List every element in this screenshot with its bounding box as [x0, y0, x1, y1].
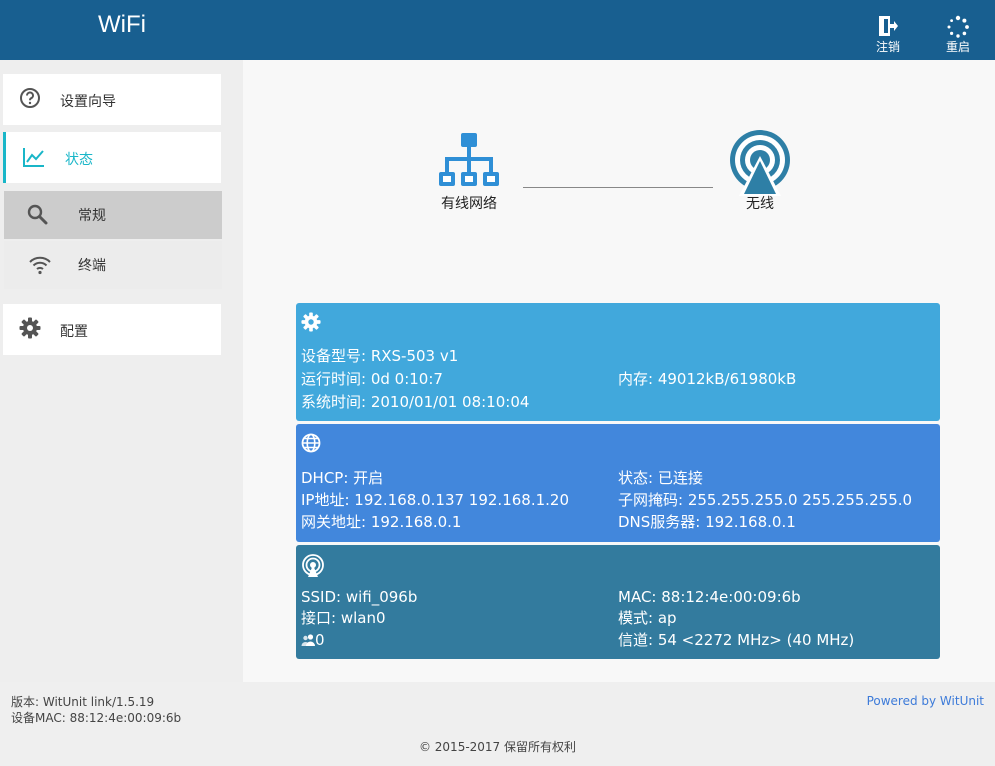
topology-wired-node[interactable]: 有线网络	[433, 132, 505, 213]
sidebar-item-config[interactable]: 配置	[3, 304, 221, 355]
system-info-panel: 设备型号: RXS-503 v1 运行时间: 0d 0:10:7 内存: 490…	[296, 303, 940, 421]
sidebar-item-status[interactable]: 状态	[3, 132, 221, 183]
netmask-text: 子网掩码: 255.255.255.0 255.255.255.0	[618, 491, 913, 509]
sidebar-item-setup-wizard[interactable]: 设置向导	[3, 74, 221, 125]
gear-icon	[301, 312, 321, 336]
gateway-text: 网关地址: 192.168.0.1	[301, 513, 462, 531]
mode-text: 模式: ap	[618, 609, 677, 627]
ssid-text: SSID: wifi_096b	[301, 588, 418, 606]
sidebar-item-label: 配置	[60, 324, 88, 340]
reboot-button[interactable]: 重启	[938, 15, 978, 54]
clients-count-value: 0	[315, 631, 325, 649]
system-time-text: 系统时间: 2010/01/01 08:10:04	[301, 393, 530, 411]
copyright-text: © 2015-2017 保留所有权利	[418, 740, 577, 754]
logout-button[interactable]: 注销	[868, 15, 908, 54]
main-content: 有线网络 无线 设备型号: RXS-503 v1 运行时间: 0d 0:10:7…	[243, 60, 995, 682]
uptime-text: 运行时间: 0d 0:10:7	[301, 370, 443, 388]
help-circle-icon	[19, 87, 41, 113]
memory-text: 内存: 49012kB/61980kB	[618, 370, 797, 388]
sidebar-subitem-label: 常规	[78, 208, 106, 224]
powered-by-link[interactable]: Powered by WitUnit	[867, 694, 984, 708]
wireless-info-panel: SSID: wifi_096b MAC: 88:12:4e:00:09:6b 接…	[296, 545, 940, 659]
firmware-version-text: 版本: WitUnit link/1.5.19	[11, 695, 155, 709]
sidebar: 设置向导 状态 常规 终端 配置	[0, 60, 243, 682]
logout-label: 注销	[875, 40, 900, 54]
gear-icon	[19, 317, 41, 343]
globe-icon	[301, 433, 321, 457]
dns-text: DNS服务器: 192.168.0.1	[618, 513, 796, 531]
users-icon	[301, 631, 315, 653]
footer: 版本: WitUnit link/1.5.19 设备MAC: 88:12:4e:…	[0, 682, 995, 766]
dhcp-text: DHCP: 开启	[301, 469, 384, 487]
search-icon	[26, 203, 48, 229]
network-info-panel: DHCP: 开启 状态: 已连接 IP地址: 192.168.0.137 192…	[296, 424, 940, 542]
device-model-text: 设备型号: RXS-503 v1	[301, 347, 459, 365]
wireless-broadcast-icon	[725, 128, 795, 196]
brand-title: WiFi	[98, 11, 146, 38]
sidebar-item-label: 状态	[65, 152, 93, 168]
ip-address-text: IP地址: 192.168.0.137 192.168.1.20	[301, 491, 569, 509]
line-chart-icon	[22, 146, 46, 172]
top-header: WiFi 注销 重启	[0, 0, 995, 60]
connection-state-text: 状态: 已连接	[618, 469, 703, 487]
sidebar-subitem-label: 终端	[78, 258, 106, 274]
interface-text: 接口: wlan0	[301, 609, 386, 627]
reboot-label: 重启	[945, 40, 970, 54]
topology-link-line	[523, 187, 713, 188]
wired-network-label: 有线网络	[441, 196, 497, 212]
wifi-icon	[28, 254, 52, 280]
logout-icon	[868, 15, 908, 39]
channel-text: 信道: 54 <2272 MHz> (40 MHz)	[618, 631, 855, 649]
device-mac-text: 设备MAC: 88:12:4e:00:09:6b	[11, 711, 182, 725]
wireless-broadcast-icon	[301, 554, 325, 582]
sidebar-subitem-general[interactable]: 常规	[4, 191, 222, 239]
sidebar-item-label: 设置向导	[60, 94, 116, 110]
network-tree-icon	[433, 132, 505, 196]
clients-count: 0	[301, 629, 325, 651]
sidebar-subitem-clients[interactable]: 终端	[4, 241, 222, 289]
version-info: 版本: WitUnit link/1.5.19 设备MAC: 88:12:4e:…	[11, 694, 181, 726]
mac-text: MAC: 88:12:4e:00:09:6b	[618, 588, 801, 606]
topology-wireless-node[interactable]: 无线	[725, 128, 795, 213]
loading-spinner-icon	[938, 15, 978, 39]
